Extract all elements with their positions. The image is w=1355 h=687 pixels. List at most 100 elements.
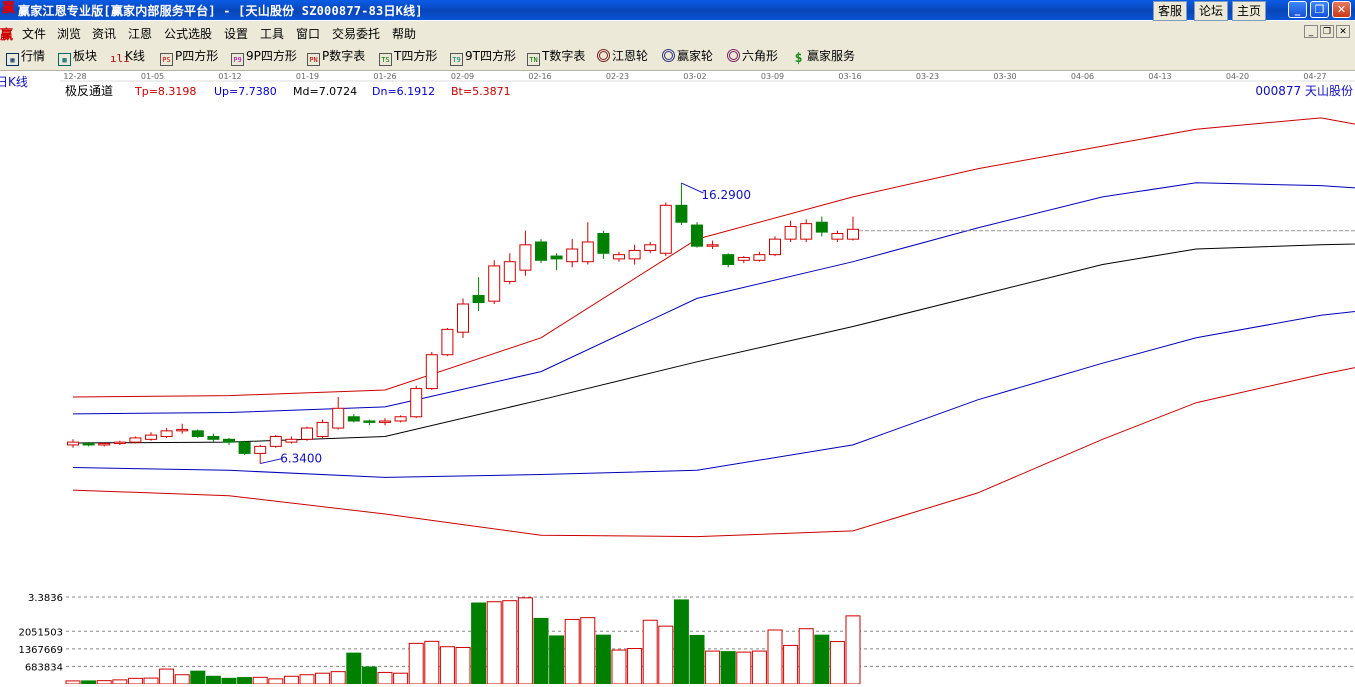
child-close-icon[interactable]: ✕: [1336, 25, 1350, 38]
volume-bar: [642, 619, 658, 685]
hexagon-icon: [727, 49, 740, 62]
tool-t-table[interactable]: TN T数字表: [527, 48, 585, 66]
volume-bar: [268, 678, 284, 685]
tool-p-square[interactable]: PS P四方形: [160, 48, 218, 66]
date-tick: 02-09: [451, 72, 474, 81]
candle-body: [394, 416, 407, 422]
child-minimize-icon[interactable]: _: [1304, 25, 1318, 38]
volume-bar: [829, 641, 845, 685]
date-tick: 03-09: [761, 72, 784, 81]
menu-bar: 赢 文件 浏览 资讯 江恩 公式选股 设置 工具 窗口 交易委托 帮助 _ ❐ …: [0, 21, 1355, 43]
tool-hexagon[interactable]: 六角形: [727, 48, 778, 64]
candle-body: [550, 255, 563, 260]
volume-bar: [767, 629, 783, 685]
tool-9p-square[interactable]: P9 9P四方形: [231, 48, 297, 66]
tool-t-square[interactable]: TS T四方形: [379, 48, 437, 66]
candle-body: [613, 254, 625, 260]
volume-bar: [159, 668, 175, 685]
tool-sectors[interactable]: ▩ 板块: [58, 48, 97, 66]
volume-tick: 3.3836: [28, 593, 63, 604]
ts-icon: TS: [379, 53, 392, 66]
candle-body: [160, 430, 173, 437]
volume-bar: [127, 677, 143, 685]
tool-winner-service[interactable]: $ 赢家服务: [792, 48, 855, 65]
tool-gann-wheel[interactable]: 江恩轮: [597, 48, 648, 64]
menu-window[interactable]: 窗口: [296, 25, 320, 42]
channel-bottom-line: [72, 367, 1355, 538]
forum-link[interactable]: 论坛: [1194, 1, 1229, 21]
candle-body: [488, 265, 501, 302]
candle-body: [847, 228, 859, 240]
child-restore-icon[interactable]: ❐: [1320, 25, 1334, 38]
menu-trade[interactable]: 交易委托: [332, 25, 380, 42]
menu-formula[interactable]: 公式选股: [164, 25, 212, 42]
candle-body: [301, 427, 313, 440]
candle-body: [113, 441, 126, 445]
candle-body: [737, 256, 750, 261]
homepage-link[interactable]: 主页: [1232, 1, 1267, 21]
kline-chart[interactable]: 12-28 01-05 01-12 01-19 01-26 02-09 02-16 02-23…: [0, 70, 1355, 685]
tool-quotes[interactable]: ▦ 行情: [6, 48, 45, 66]
date-tick: 02-23: [606, 72, 629, 81]
candles-icon: ılı: [110, 52, 130, 65]
volume-bar: [439, 646, 455, 685]
indicator-name: 极反通道: [65, 84, 113, 98]
menu-browse[interactable]: 浏览: [57, 25, 81, 42]
date-tick: 01-05: [141, 72, 164, 81]
date-tick: 03-23: [916, 72, 939, 81]
candle-body: [659, 204, 672, 254]
tool-p-table[interactable]: PN P数字表: [307, 48, 365, 66]
menu-settings[interactable]: 设置: [224, 25, 248, 42]
volume-bar: [112, 679, 128, 685]
title-bar: 赢 赢家江恩专业版[赢家内部服务平台] - [天山股份 SZ000877-83日…: [0, 0, 1355, 21]
minimize-icon[interactable]: _: [1288, 1, 1307, 18]
date-tick: 03-02: [683, 72, 706, 81]
candle-body: [269, 435, 282, 447]
candle-body: [67, 441, 79, 446]
date-tick: 01-19: [296, 72, 319, 81]
volume-bar: [330, 671, 346, 685]
volume-bar: [424, 640, 440, 685]
candle-body: [800, 223, 813, 240]
tool-winner-wheel[interactable]: 赢家轮: [662, 48, 713, 64]
menu-help[interactable]: 帮助: [392, 25, 416, 42]
app-logo-icon: 赢: [2, 1, 16, 16]
candle-body: [82, 443, 95, 446]
date-tick: 02-16: [528, 72, 551, 81]
candle-body: [597, 233, 610, 254]
legend-bt: Bt=5.3871: [451, 85, 511, 98]
wheel-icon: [662, 49, 675, 62]
tool-9t-square[interactable]: T9 9T四方形: [450, 48, 516, 66]
volume-bar: [611, 649, 627, 685]
volume-bar: [673, 599, 689, 685]
candle-body: [519, 244, 532, 271]
volume-bar: [143, 677, 159, 685]
candle-body: [145, 434, 157, 440]
date-tick: 01-26: [373, 72, 396, 81]
volume-bar: [502, 600, 518, 685]
date-tick: 01-12: [218, 72, 241, 81]
candle-body: [566, 248, 579, 263]
volume-bar: [564, 618, 580, 685]
volume-bar: [377, 671, 393, 685]
volume-bar: [720, 651, 736, 685]
close-icon[interactable]: ✕: [1332, 1, 1351, 18]
tool-kline[interactable]: ılıK线: [110, 48, 145, 65]
volume-bar: [299, 674, 315, 685]
volume-bar: [658, 625, 674, 685]
candle-body: [425, 354, 438, 390]
candle-body: [254, 445, 267, 454]
customer-service-link[interactable]: 客服: [1153, 1, 1188, 21]
menu-tools[interactable]: 工具: [260, 25, 284, 42]
window-title: 赢家江恩专业版[赢家内部服务平台] - [天山股份 SZ000877-83日K线…: [18, 4, 423, 18]
date-tick: 04-27: [1303, 72, 1326, 81]
menu-file[interactable]: 文件: [22, 25, 46, 42]
volume-bar: [190, 670, 206, 685]
menu-news[interactable]: 资讯: [92, 25, 116, 42]
menu-gann[interactable]: 江恩: [128, 25, 152, 42]
kline-chart-panel[interactable]: 12-28 01-05 01-12 01-19 01-26 02-09 02-16 02-23…: [0, 70, 1355, 685]
restore-icon[interactable]: ❐: [1310, 1, 1329, 18]
date-tick: 04-20: [1226, 72, 1249, 81]
candle-body: [129, 437, 142, 443]
volume-panel: 3.3836 2051503 1367669 683834: [18, 593, 1355, 685]
